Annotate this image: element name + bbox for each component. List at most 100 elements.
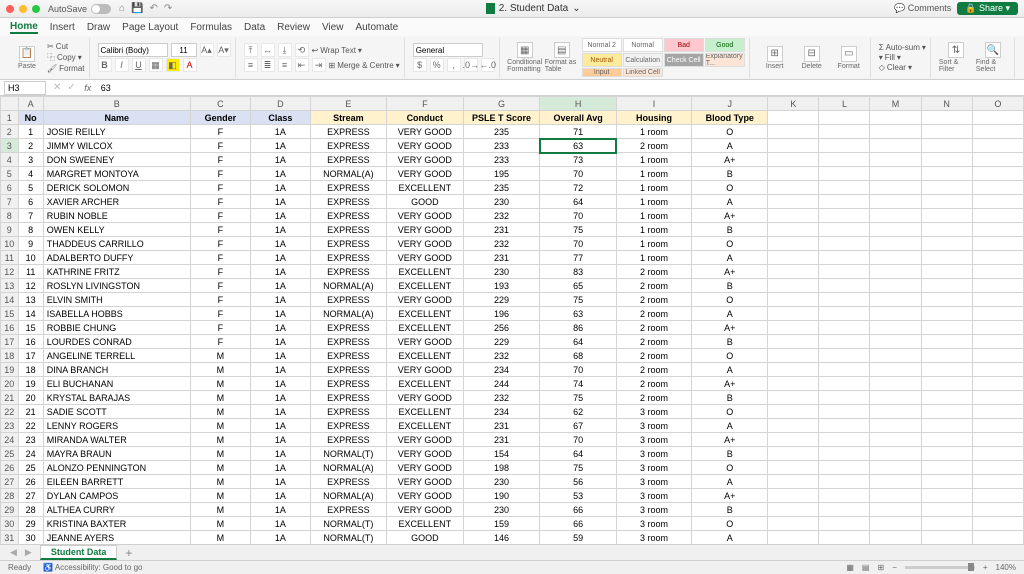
sort-filter-button[interactable]: ⇅Sort & Filter (939, 42, 973, 73)
cell[interactable]: 1A (251, 447, 311, 461)
cell[interactable] (870, 503, 921, 517)
cell[interactable] (819, 125, 870, 139)
cell[interactable] (870, 181, 921, 195)
cell[interactable]: 2 room (616, 335, 691, 349)
style-calculation[interactable]: Calculation (623, 53, 663, 67)
cell[interactable]: VERY GOOD (387, 503, 464, 517)
row-header[interactable]: 2 (1, 125, 19, 139)
cell[interactable] (819, 195, 870, 209)
cut-button[interactable]: ✂ Cut (47, 42, 85, 51)
cell[interactable]: LOURDES CONRAD (43, 335, 190, 349)
cell[interactable]: 2 room (616, 321, 691, 335)
cell[interactable] (972, 265, 1023, 279)
cell[interactable]: 62 (540, 405, 616, 419)
cell[interactable] (819, 251, 870, 265)
cell[interactable] (819, 237, 870, 251)
cell[interactable] (921, 321, 972, 335)
cell[interactable] (870, 489, 921, 503)
cell[interactable]: ISABELLA HOBBS (43, 307, 190, 321)
redo-icon[interactable]: ↷ (164, 3, 172, 14)
cell[interactable]: A (692, 475, 768, 489)
cell[interactable] (819, 265, 870, 279)
tab-automate[interactable]: Automate (355, 22, 398, 33)
indent-left-icon[interactable]: ⇤ (295, 58, 309, 72)
cell[interactable]: 26 (18, 475, 43, 489)
row-header[interactable]: 30 (1, 517, 19, 531)
find-select-button[interactable]: 🔍Find & Select (976, 42, 1010, 73)
cell[interactable]: F (190, 307, 250, 321)
cell[interactable] (819, 517, 870, 531)
cell[interactable]: M (190, 503, 250, 517)
cell[interactable]: M (190, 489, 250, 503)
align-center-icon[interactable]: ≣ (261, 58, 275, 72)
cell[interactable]: 56 (540, 475, 616, 489)
cell[interactable]: 9 (18, 237, 43, 251)
cell[interactable]: 198 (463, 461, 540, 475)
cell[interactable]: 1A (251, 153, 311, 167)
cell[interactable] (921, 419, 972, 433)
tab-home[interactable]: Home (10, 21, 38, 34)
cell[interactable] (768, 503, 819, 517)
cell[interactable]: ELVIN SMITH (43, 293, 190, 307)
cell[interactable] (921, 251, 972, 265)
cell[interactable]: SADIE SCOTT (43, 405, 190, 419)
cell[interactable] (819, 321, 870, 335)
cell[interactable]: 75 (540, 461, 616, 475)
cell[interactable]: EXPRESS (310, 251, 386, 265)
cell[interactable] (972, 433, 1023, 447)
cell[interactable] (921, 489, 972, 503)
cell[interactable]: KRYSTAL BARAJAS (43, 391, 190, 405)
cell[interactable]: 67 (540, 419, 616, 433)
cell[interactable] (921, 391, 972, 405)
cell[interactable]: 3 (18, 153, 43, 167)
cell[interactable] (972, 111, 1023, 125)
cell[interactable] (768, 111, 819, 125)
cell[interactable] (819, 139, 870, 153)
cell[interactable]: A+ (692, 153, 768, 167)
row-header[interactable]: 4 (1, 153, 19, 167)
cell[interactable] (921, 461, 972, 475)
formula-input[interactable] (97, 81, 1024, 95)
cell[interactable]: JEANNE AYERS (43, 531, 190, 545)
cell[interactable] (921, 125, 972, 139)
cell[interactable]: 3 room (616, 517, 691, 531)
conditional-formatting-button[interactable]: ▦Conditional Formatting (508, 42, 542, 73)
cell[interactable]: OWEN KELLY (43, 223, 190, 237)
cell[interactable] (921, 195, 972, 209)
cell[interactable] (819, 531, 870, 545)
cell[interactable]: EXCELLENT (387, 265, 464, 279)
row-header[interactable]: 19 (1, 363, 19, 377)
cell[interactable] (870, 433, 921, 447)
cell[interactable] (768, 475, 819, 489)
cell[interactable]: 1 (18, 125, 43, 139)
cell[interactable]: 230 (463, 265, 540, 279)
row-header[interactable]: 10 (1, 237, 19, 251)
cell[interactable] (819, 503, 870, 517)
zoom-in-icon[interactable]: + (983, 563, 988, 572)
border-icon[interactable]: ▦ (149, 58, 163, 72)
column-header-O[interactable]: O (972, 97, 1023, 111)
add-sheet-icon[interactable]: + (125, 546, 132, 560)
cell[interactable]: 1A (251, 461, 311, 475)
cell[interactable]: 231 (463, 419, 540, 433)
cell[interactable]: VERY GOOD (387, 489, 464, 503)
cell[interactable]: EXPRESS (310, 293, 386, 307)
cell[interactable]: VERY GOOD (387, 433, 464, 447)
row-header[interactable]: 28 (1, 489, 19, 503)
column-header-L[interactable]: L (819, 97, 870, 111)
cell[interactable]: EXPRESS (310, 153, 386, 167)
cell[interactable]: 66 (540, 503, 616, 517)
cell[interactable]: 12 (18, 279, 43, 293)
cell[interactable]: 59 (540, 531, 616, 545)
cell[interactable]: 65 (540, 279, 616, 293)
cell[interactable]: 2 (18, 139, 43, 153)
cell[interactable] (768, 223, 819, 237)
cell[interactable]: 2 room (616, 391, 691, 405)
cell[interactable]: 234 (463, 363, 540, 377)
cell[interactable]: MIRANDA WALTER (43, 433, 190, 447)
cell[interactable]: 27 (18, 489, 43, 503)
cell[interactable] (972, 223, 1023, 237)
cell[interactable]: EXCELLENT (387, 405, 464, 419)
cell[interactable]: 231 (463, 251, 540, 265)
percent-icon[interactable]: % (430, 58, 444, 72)
